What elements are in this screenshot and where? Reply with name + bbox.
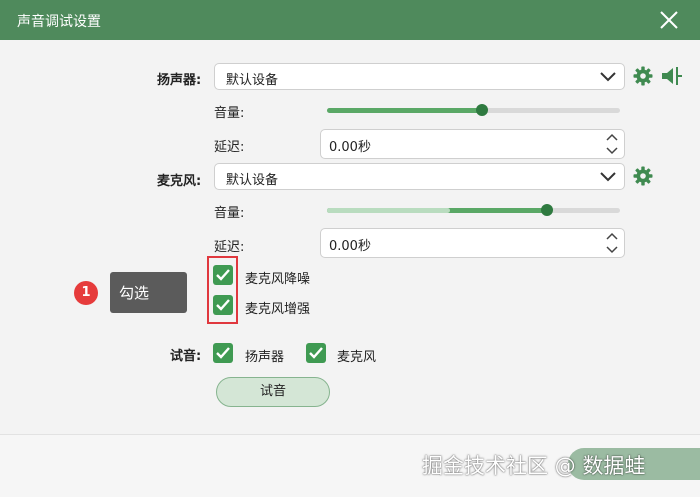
checkmark-icon <box>216 347 230 359</box>
close-button[interactable] <box>656 7 682 33</box>
chevron-down-icon <box>600 172 616 182</box>
title-bar: 声音调试设置 <box>0 0 700 40</box>
annotation-highlight-box <box>207 256 238 324</box>
microphone-delay-label: 延迟: <box>214 240 245 255</box>
speaker-output-button[interactable] <box>660 64 684 92</box>
speaker-volume-slider[interactable] <box>327 104 620 116</box>
gear-icon <box>633 166 653 186</box>
annotation-text: 勾选 <box>119 284 150 302</box>
annotation-callout: 勾选 <box>110 272 187 313</box>
spin-arrows-icon[interactable] <box>604 231 620 255</box>
speaker-volume-label: 音量: <box>214 106 245 121</box>
speaker-delay-value: 0.00秒 <box>329 140 371 155</box>
slider-thumb[interactable] <box>540 204 553 216</box>
test-speaker-checkbox[interactable] <box>213 343 233 363</box>
annotation-step-badge: 1 <box>74 281 98 305</box>
microphone-label: 麦克风: <box>157 174 202 189</box>
speaker-delay-label: 延迟: <box>214 140 245 155</box>
noise-reduction-label: 麦克风降噪 <box>245 272 311 287</box>
watermark-text: 掘金技术社区 @ 数据蛙 <box>422 454 646 478</box>
speaker-device-select[interactable]: 默认设备 <box>214 63 625 90</box>
slider-fill <box>327 108 483 113</box>
input-level-bar <box>327 208 451 213</box>
window-title: 声音调试设置 <box>17 14 101 30</box>
microphone-delay-value: 0.00秒 <box>329 239 371 254</box>
microphone-settings-button[interactable] <box>633 166 653 190</box>
microphone-delay-spinbox[interactable]: 0.00秒 <box>320 228 625 258</box>
microphone-device-value: 默认设备 <box>226 173 279 188</box>
test-button[interactable]: 试音 <box>216 377 330 407</box>
speaker-label: 扬声器: <box>157 73 202 88</box>
enhancement-label: 麦克风增强 <box>245 302 311 317</box>
speaker-device-value: 默认设备 <box>226 73 279 88</box>
spin-arrows-icon[interactable] <box>604 132 620 156</box>
slider-thumb[interactable] <box>476 104 489 116</box>
speaker-settings-button[interactable] <box>633 66 653 90</box>
microphone-volume-label: 音量: <box>214 206 245 221</box>
test-label: 试音: <box>170 349 202 364</box>
speaker-icon <box>662 67 682 85</box>
microphone-volume-slider[interactable] <box>327 204 620 216</box>
chevron-down-icon <box>600 72 616 82</box>
test-microphone-checkbox[interactable] <box>306 343 326 363</box>
test-speaker-label: 扬声器 <box>245 350 285 365</box>
speaker-delay-spinbox[interactable]: 0.00秒 <box>320 129 625 159</box>
gear-icon <box>633 66 653 86</box>
microphone-device-select[interactable]: 默认设备 <box>214 163 625 190</box>
checkmark-icon <box>309 347 323 359</box>
close-icon <box>660 11 678 29</box>
test-microphone-label: 麦克风 <box>337 350 377 365</box>
